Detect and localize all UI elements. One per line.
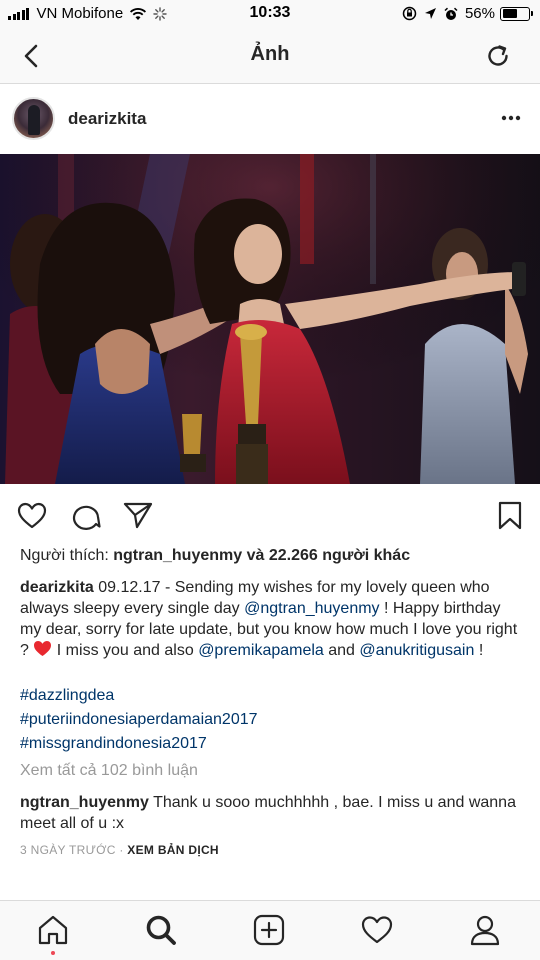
post-caption: dearizkita 09.12.17 - Sending my wishes … [20,577,520,661]
caption-author[interactable]: dearizkita [20,579,94,596]
see-translation-link[interactable]: XEM BẢN DỊCH [127,843,219,857]
mention-link[interactable]: @premikapamela [198,642,324,659]
home-icon[interactable] [36,913,70,947]
battery-fill [502,9,517,18]
post-header: dearizkita [0,84,540,154]
bottom-tab-bar [0,900,540,960]
share-button[interactable] [122,500,154,530]
mention-link[interactable]: @ngtran_huyenmy [244,600,379,617]
caption-text: and [323,642,360,659]
status-bar: VN Mobifone 10:33 56% [0,0,540,28]
profile-icon[interactable] [468,913,502,947]
post-timestamp: 3 NGÀY TRƯỚC [20,843,116,857]
search-icon[interactable] [144,913,178,947]
post-photo[interactable] [0,154,540,484]
caption-text: I miss you and also [52,642,199,659]
likes-user-link[interactable]: ngtran_huyenmy [113,547,242,564]
battery-percentage: 56% [464,5,495,22]
comment-button[interactable] [70,500,102,530]
likes-prefix: Người thích: [20,547,114,564]
meta-separator: · [115,843,128,857]
hashtag-link[interactable]: #dazzlingdea [20,684,258,708]
alarm-icon [444,7,458,20]
post-actions [0,484,540,546]
hashtag-link[interactable]: #puteriindonesiaperdamaian2017 [20,708,258,732]
notification-dot [51,951,55,955]
navigation-bar: Ảnh [0,28,540,84]
battery-icon [500,6,533,21]
new-post-icon[interactable] [252,913,286,947]
activity-heart-icon[interactable] [360,913,394,947]
comment-author[interactable]: ngtran_huyenmy [20,794,149,811]
status-right: 56% [402,5,533,22]
comment-item: ngtran_huyenmy Thank u sooo muchhhhh , b… [20,792,520,834]
page-title: Ảnh [250,43,290,65]
refresh-button[interactable] [484,42,512,70]
hashtag-list: #dazzlingdea #puteriindonesiaperdamaian2… [20,684,258,756]
mention-link[interactable]: @anukritigusain [359,642,474,659]
likes-others[interactable]: và 22.266 người khác [242,547,411,564]
caption-text: ! [474,642,484,659]
avatar[interactable] [12,97,55,140]
red-heart-emoji-icon [34,640,52,657]
more-options-icon[interactable] [500,110,522,126]
location-arrow-icon [424,8,436,19]
post-photo-image [0,154,540,484]
rotation-lock-icon [402,6,417,21]
post-username[interactable]: dearizkita [68,109,146,129]
post-meta: 3 NGÀY TRƯỚC · XEM BẢN DỊCH [20,843,219,857]
view-all-comments-link[interactable]: Xem tất cả 102 bình luận [20,762,198,780]
likes-summary[interactable]: Người thích: ngtran_huyenmy và 22.266 ng… [20,547,410,565]
hashtag-link[interactable]: #missgrandindonesia2017 [20,732,258,756]
save-button[interactable] [494,500,526,530]
like-button[interactable] [16,500,48,530]
